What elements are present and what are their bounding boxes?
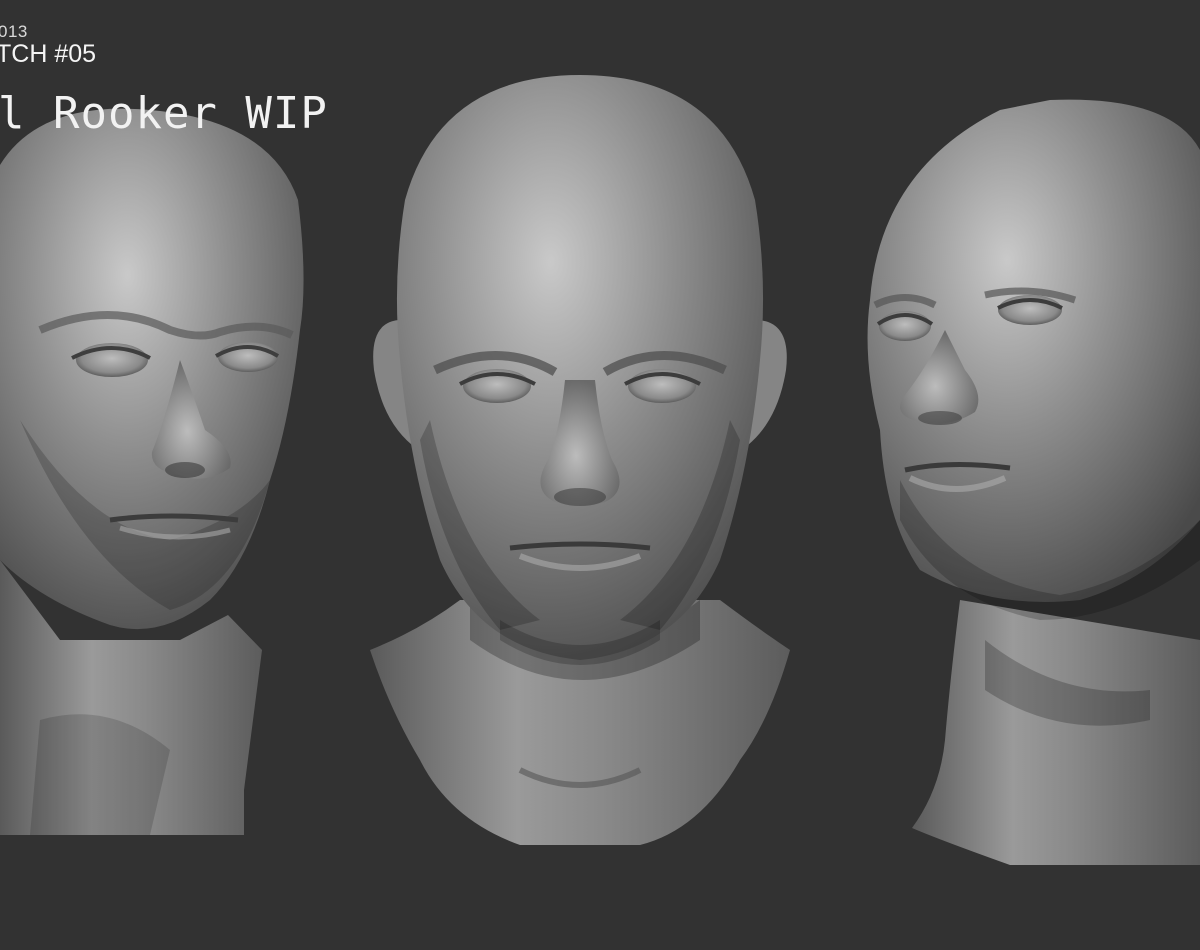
render-canvas: 013 TCH #05 l Rooker WIP	[0, 0, 1200, 950]
head-left	[0, 108, 304, 835]
head-right	[867, 99, 1200, 865]
caption-year: 013	[0, 22, 28, 41]
sculpt-scene	[0, 75, 1200, 865]
caption-title: l Rooker WIP	[0, 88, 328, 139]
caption-sketch-number: TCH #05	[0, 40, 97, 68]
head-front	[370, 75, 790, 845]
